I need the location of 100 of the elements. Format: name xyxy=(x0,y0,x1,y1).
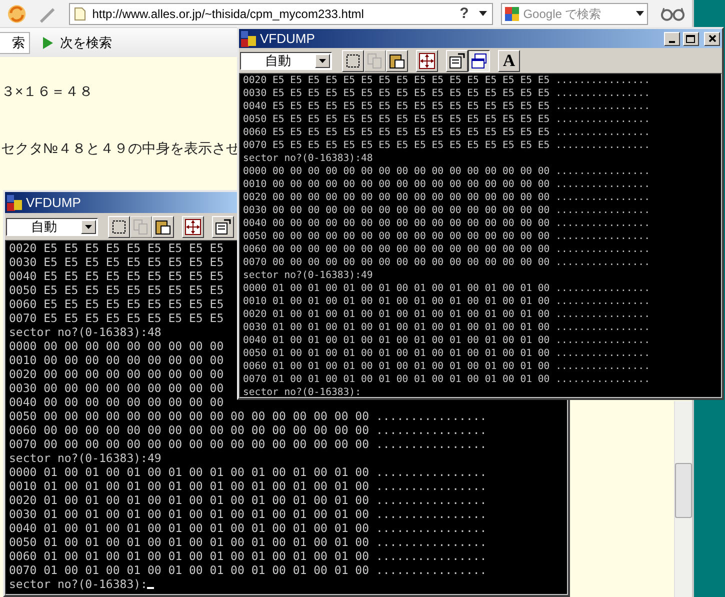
google-icon xyxy=(505,6,520,20)
console-line: 0070 E5 E5 E5 E5 E5 E5 E5 E5 E5 E5 E5 E5 E5 E5 E5 E5 ................ xyxy=(243,139,650,152)
console-line: 0030 01 00 01 00 01 00 01 00 01 00 01 00 01 00 01 00 ................ xyxy=(9,507,487,521)
console-line: 0050 00 00 00 00 00 00 00 00 00 00 00 00 00 00 00 00 ................ xyxy=(9,409,487,423)
console-line: sector no?(0-16383):48 xyxy=(243,152,373,165)
console-line: 0060 01 00 01 00 01 00 01 00 01 00 01 00 01 00 01 00 ................ xyxy=(9,549,487,563)
find-field[interactable]: 索 xyxy=(0,32,30,54)
dropdown-arrow-icon[interactable] xyxy=(635,10,646,16)
program-icon xyxy=(7,194,23,210)
select-icon xyxy=(110,218,128,236)
console-line: 0070 01 00 01 00 01 00 01 00 01 00 01 00 01 00 01 00 ................ xyxy=(9,563,487,577)
window-title: VFDUMP xyxy=(260,30,315,48)
copy-icon xyxy=(366,52,384,70)
maximize-icon xyxy=(686,34,696,42)
help-button[interactable]: ? xyxy=(454,4,474,24)
console-line: 0050 01 00 01 00 01 00 01 00 01 00 01 00 01 00 01 00 ................ xyxy=(9,535,487,549)
console-line: 0070 00 00 00 00 00 00 00 00 00 00 00 00 00 00 00 00 ................ xyxy=(243,256,650,269)
console-line: sector no?(0-16383): xyxy=(9,577,148,591)
console-line: 0060 E5 E5 E5 E5 E5 E5 E5 E5 E5 E5 E5 E5 E5 E5 E5 E5 ................ xyxy=(243,126,650,139)
console-line: sector no?(0-16383):49 xyxy=(9,451,162,465)
console-line: 0020 00 00 00 00 00 00 00 00 00 00 00 00 00 00 00 00 ................ xyxy=(243,191,650,204)
play-icon xyxy=(42,36,54,50)
select-button[interactable] xyxy=(342,50,364,72)
console-line: 0000 01 00 01 00 01 00 01 00 01 00 01 00 01 00 01 00 ................ xyxy=(9,465,487,479)
paste-icon xyxy=(388,52,406,70)
console-line: 0040 01 00 01 00 01 00 01 00 01 00 01 00 01 00 01 00 ................ xyxy=(9,521,487,535)
properties-button[interactable] xyxy=(212,216,234,238)
properties-button[interactable] xyxy=(446,50,468,72)
console-line: 0070 00 00 00 00 00 00 00 00 00 00 00 00 00 00 00 00 ................ xyxy=(9,437,487,451)
copy-icon xyxy=(132,218,150,236)
dropdown-arrow-icon[interactable] xyxy=(478,10,488,16)
close-button[interactable] xyxy=(704,32,720,46)
search-field[interactable]: Google で検索 xyxy=(501,2,648,24)
console-line: 0060 00 00 00 00 00 00 00 00 00 00 00 00 00 00 00 00 ................ xyxy=(243,243,650,256)
console-line: 0000 00 00 00 00 00 00 00 00 00 xyxy=(9,339,224,353)
console-line: 0020 00 00 00 00 00 00 00 00 00 xyxy=(9,367,224,381)
mode-dropdown[interactable]: 自動 xyxy=(6,218,98,236)
minimize-icon xyxy=(669,40,675,42)
maximize-button[interactable] xyxy=(683,32,699,46)
mode-dropdown[interactable]: 自動 xyxy=(240,52,332,70)
dropdown-arrow-icon[interactable] xyxy=(85,224,92,228)
console-line: 0060 E5 E5 E5 E5 E5 E5 E5 E5 E5 xyxy=(9,297,224,311)
page-icon xyxy=(74,6,86,20)
body-text: ３×１６＝４８ xyxy=(1,82,94,101)
search-input[interactable]: Google で検索 xyxy=(523,4,634,22)
console-line: 0030 E5 E5 E5 E5 E5 E5 E5 E5 E5 E5 E5 E5 E5 E5 E5 E5 ................ xyxy=(243,87,650,100)
refresh-icon[interactable] xyxy=(6,2,28,24)
console-line: 0000 01 00 01 00 01 00 01 00 01 00 01 00 01 00 01 00 ................ xyxy=(243,282,650,295)
console-line: 0030 00 00 00 00 00 00 00 00 00 00 00 00 00 00 00 00 ................ xyxy=(243,204,650,217)
paste-icon xyxy=(154,218,172,236)
close-icon xyxy=(708,34,716,43)
console-line: 0040 01 00 01 00 01 00 01 00 01 00 01 00 01 00 01 00 ................ xyxy=(243,334,650,347)
console-line: 0060 00 00 00 00 00 00 00 00 00 00 00 00 00 00 00 00 ................ xyxy=(9,423,487,437)
title-bar[interactable]: VFDUMP xyxy=(5,192,237,213)
dropdown-arrow-icon[interactable] xyxy=(319,58,326,62)
console-line: 0030 E5 E5 E5 E5 E5 E5 E5 E5 E5 xyxy=(9,255,224,269)
console-line: 0000 00 00 00 00 00 00 00 00 00 00 00 00 00 00 00 00 ................ xyxy=(243,165,650,178)
console-line: 0070 E5 E5 E5 E5 E5 E5 E5 E5 E5 xyxy=(9,311,224,325)
minimize-button[interactable] xyxy=(664,32,680,46)
select-button[interactable] xyxy=(108,216,130,238)
console-line: 0060 01 00 01 00 01 00 01 00 01 00 01 00 01 00 01 00 ................ xyxy=(243,360,650,373)
background-icon xyxy=(470,52,488,70)
console-line: 0040 E5 E5 E5 E5 E5 E5 E5 E5 E5 E5 E5 E5 E5 E5 E5 E5 ................ xyxy=(243,100,650,113)
console-line: 0050 E5 E5 E5 E5 E5 E5 E5 E5 E5 xyxy=(9,283,224,297)
properties-icon xyxy=(214,218,232,236)
console-line: 0030 01 00 01 00 01 00 01 00 01 00 01 00 01 00 01 00 ................ xyxy=(243,321,650,334)
console-line: sector no?(0-16383):49 xyxy=(243,269,373,282)
console-line: 0010 00 00 00 00 00 00 00 00 00 xyxy=(9,353,224,367)
console-line: 0020 01 00 01 00 01 00 01 00 01 00 01 00 01 00 01 00 ................ xyxy=(9,493,487,507)
fullscreen-button[interactable] xyxy=(416,50,438,72)
scrollbar-thumb[interactable] xyxy=(675,463,692,518)
fullscreen-icon xyxy=(184,218,202,236)
window-title: VFDUMP xyxy=(26,194,81,212)
console-line: 0010 01 00 01 00 01 00 01 00 01 00 01 00 01 00 01 00 ................ xyxy=(9,479,487,493)
program-icon xyxy=(241,30,257,46)
scrollbar[interactable] xyxy=(674,401,692,597)
console-line: sector no?(0-16383):48 xyxy=(9,325,162,339)
console-line: 0040 E5 E5 E5 E5 E5 E5 E5 E5 E5 xyxy=(9,269,224,283)
console-line: 0020 01 00 01 00 01 00 01 00 01 00 01 00 01 00 01 00 ................ xyxy=(243,308,650,321)
address-text: http://www.alles.or.jp/~thisida/cpm_mycom233.html xyxy=(92,6,365,22)
find-next-button[interactable]: 次を検索 xyxy=(40,32,114,52)
address-field[interactable]: http://www.alles.or.jp/~thisida/cpm_mycom233.html ? xyxy=(69,2,494,24)
glasses-icon[interactable] xyxy=(660,6,686,22)
paste-button[interactable] xyxy=(386,50,408,72)
console-line: sector no?(0-16383): xyxy=(243,386,361,397)
fullscreen-button[interactable] xyxy=(182,216,204,238)
properties-icon xyxy=(448,52,466,70)
console-line: 0010 01 00 01 00 01 00 01 00 01 00 01 00 01 00 01 00 ................ xyxy=(243,295,650,308)
console-line: 0020 E5 E5 E5 E5 E5 E5 E5 E5 E5 xyxy=(9,241,224,255)
select-icon xyxy=(344,52,362,70)
fullscreen-icon xyxy=(418,52,436,70)
title-bar[interactable]: VFDUMP xyxy=(239,29,722,48)
font-button[interactable]: A xyxy=(498,50,520,72)
paste-button[interactable] xyxy=(152,216,174,238)
console-line: 0040 00 00 00 00 00 00 00 00 00 xyxy=(9,395,224,409)
console-line: 0010 00 00 00 00 00 00 00 00 00 00 00 00 00 00 00 00 ................ xyxy=(243,178,650,191)
console-line: 0040 00 00 00 00 00 00 00 00 00 00 00 00 00 00 00 00 ................ xyxy=(243,217,650,230)
console-line: 0050 01 00 01 00 01 00 01 00 01 00 01 00 01 00 01 00 ................ xyxy=(243,347,650,360)
console-line: 0070 01 00 01 00 01 00 01 00 01 00 01 00 01 00 01 00 ................ xyxy=(243,373,650,386)
console-line: 0020 E5 E5 E5 E5 E5 E5 E5 E5 E5 E5 E5 E5 E5 E5 E5 E5 ................ xyxy=(243,74,650,87)
